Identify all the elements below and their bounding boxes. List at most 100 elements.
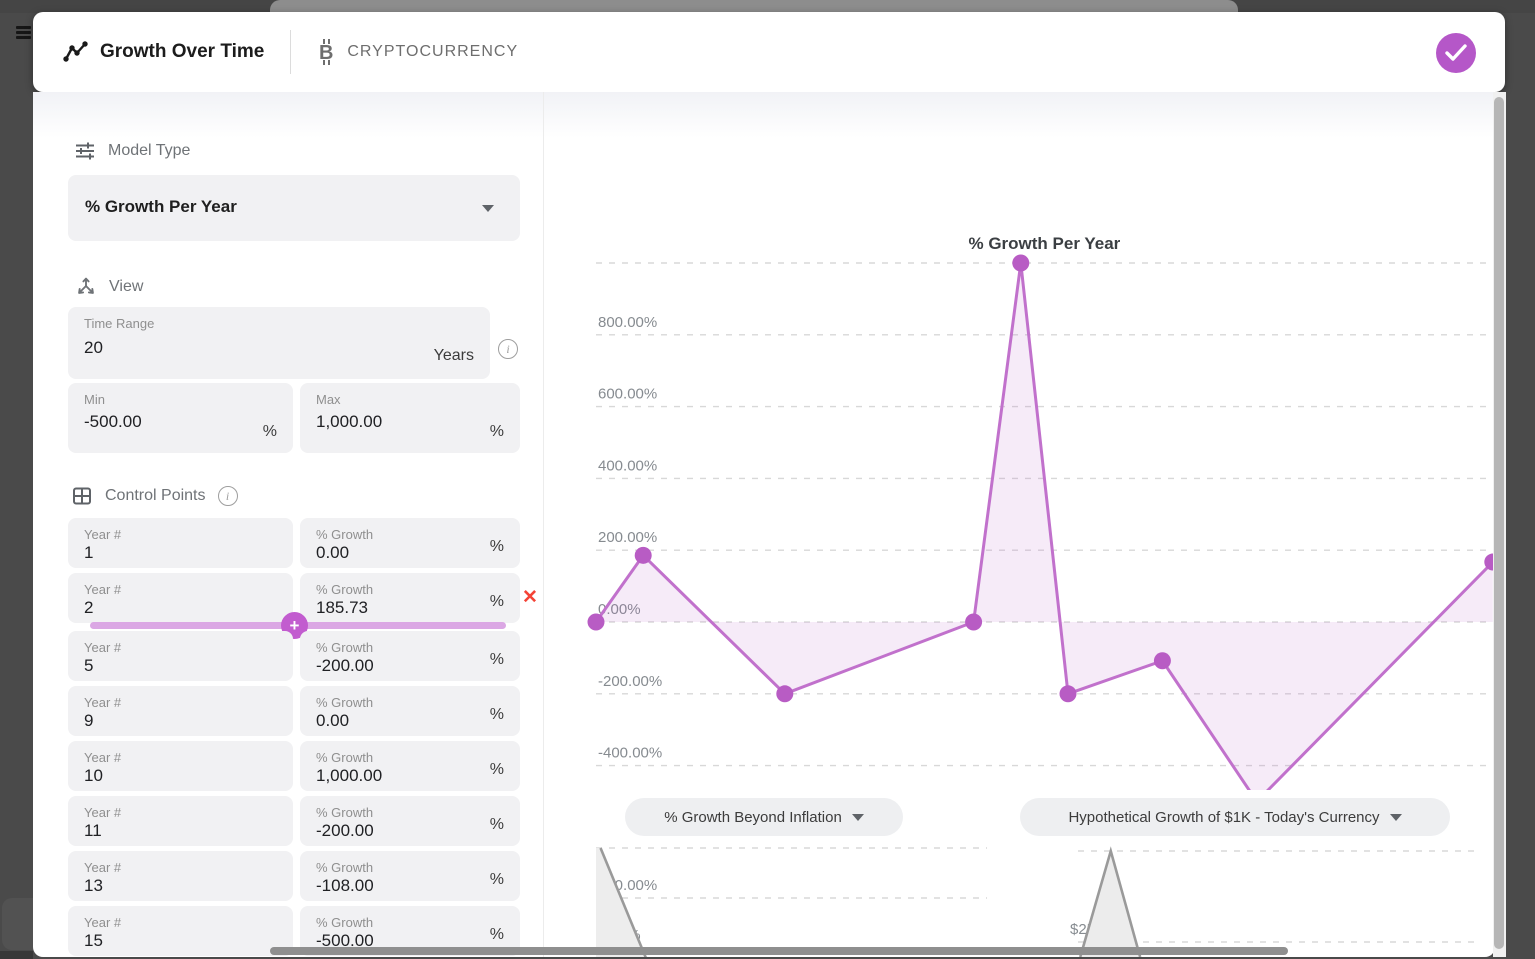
year-label: Year # [84, 527, 121, 542]
check-icon [1445, 44, 1467, 62]
growth-value: 0.00 [316, 543, 349, 563]
year-field[interactable]: Year # 13 [68, 851, 293, 901]
growth-field[interactable]: % Growth -108.00 % [300, 851, 520, 901]
year-field[interactable]: Year # 11 [68, 796, 293, 846]
year-field[interactable]: Year # 2 [68, 573, 293, 623]
menu-icon[interactable] [16, 26, 31, 39]
growth-value: -200.00 [316, 821, 374, 841]
model-type-section-header: Model Type [75, 141, 190, 161]
pill-right-label: Hypothetical Growth of $1K - Today's Cur… [1068, 809, 1379, 826]
year-field[interactable]: Year # 15 [68, 906, 293, 956]
svg-text:B: B [319, 42, 333, 64]
chevron-down-icon [482, 205, 494, 212]
chart-control-point[interactable] [635, 547, 652, 564]
year-value: 11 [84, 821, 102, 841]
svg-text:600.00%: 600.00% [598, 386, 657, 403]
header-divider [290, 30, 291, 74]
svg-text:-200.00%: -200.00% [598, 673, 662, 690]
year-field[interactable]: Year # 10 [68, 741, 293, 791]
growth-value: 0.00 [316, 711, 349, 731]
year-value: 10 [84, 766, 103, 786]
control-points-section-header: Control Points i [72, 486, 238, 506]
info-icon[interactable]: i [498, 339, 518, 359]
hypothetical-growth-chart: $2K [1020, 840, 1495, 957]
growth-label: % Growth [316, 582, 373, 597]
chart-control-point[interactable] [588, 614, 605, 631]
growth-label: % Growth [316, 527, 373, 542]
growth-field[interactable]: % Growth -200.00 % [300, 796, 520, 846]
year-label: Year # [84, 915, 121, 930]
growth-unit: % [490, 871, 504, 889]
model-type-label: Model Type [108, 142, 190, 160]
time-range-field[interactable]: Time Range 20 Years [68, 307, 490, 379]
growth-per-year-chart: 800.00%600.00%400.00%200.00%0.00%-200.00… [550, 130, 1495, 790]
max-value: 1,000.00 [316, 412, 382, 432]
year-value: 1 [84, 543, 93, 563]
backdrop-bottom-edge [0, 951, 33, 959]
time-range-value: 20 [84, 338, 103, 358]
pill-left-label: % Growth Beyond Inflation [664, 809, 842, 826]
year-label: Year # [84, 640, 121, 655]
year-value: 2 [84, 598, 93, 618]
model-type-select[interactable]: % Growth Per Year [68, 175, 520, 241]
max-unit: % [490, 423, 504, 441]
growth-field[interactable]: % Growth 185.73 % [300, 573, 520, 623]
growth-chart-icon [62, 40, 88, 64]
chart-control-point[interactable] [1012, 255, 1029, 272]
table-icon [72, 486, 93, 506]
growth-value: -108.00 [316, 876, 374, 896]
dialog-title: Growth Over Time [100, 41, 264, 63]
growth-label: % Growth [316, 805, 373, 820]
view-section-header: View [75, 276, 143, 297]
growth-label: % Growth [316, 750, 373, 765]
growth-label: % Growth [316, 860, 373, 875]
panel-divider [543, 92, 544, 957]
view-label: View [109, 278, 143, 296]
year-label: Year # [84, 860, 121, 875]
confirm-button[interactable] [1436, 33, 1476, 73]
horizontal-scrollbar-thumb[interactable] [270, 947, 1288, 955]
info-icon[interactable]: i [218, 486, 238, 506]
chevron-down-icon [852, 814, 864, 821]
growth-unit: % [490, 816, 504, 834]
growth-value: 1,000.00 [316, 766, 382, 786]
control-points-label: Control Points [105, 487, 206, 505]
svg-text:% Growth Per Year: % Growth Per Year [968, 234, 1120, 253]
svg-text:-400.00%: -400.00% [598, 745, 662, 762]
year-label: Year # [84, 750, 121, 765]
min-field[interactable]: Min -500.00 % [68, 383, 293, 453]
vertical-scrollbar-thumb[interactable] [1494, 97, 1504, 949]
year-field[interactable]: Year # 9 [68, 686, 293, 736]
chart-control-point[interactable] [1154, 652, 1171, 669]
chart-control-point[interactable] [1060, 685, 1077, 702]
growth-field[interactable]: % Growth 0.00 % [300, 686, 520, 736]
year-value: 13 [84, 876, 103, 896]
min-label: Min [84, 392, 105, 407]
chart-control-point[interactable] [776, 685, 793, 702]
growth-field[interactable]: % Growth 0.00 % [300, 518, 520, 568]
growth-label: % Growth [316, 915, 373, 930]
year-value: 15 [84, 931, 103, 951]
growth-unit: % [490, 651, 504, 669]
year-field[interactable]: Year # 1 [68, 518, 293, 568]
max-field[interactable]: Max 1,000.00 % [300, 383, 520, 453]
bitcoin-icon: B [315, 37, 337, 67]
growth-field[interactable]: % Growth 1,000.00 % [300, 741, 520, 791]
growth-unit: % [490, 538, 504, 556]
svg-text:200.00%: 200.00% [598, 529, 657, 546]
max-label: Max [316, 392, 341, 407]
chart-control-point[interactable] [965, 614, 982, 631]
time-range-unit: Years [434, 347, 474, 365]
year-field[interactable]: Year # 5 [68, 631, 293, 681]
growth-label: % Growth [316, 695, 373, 710]
growth-value: -200.00 [316, 656, 374, 676]
tune-icon [75, 141, 96, 161]
growth-beyond-inflation-chart: 100.00%0.00% [550, 840, 1000, 957]
model-type-value: % Growth Per Year [85, 197, 237, 217]
hypothetical-growth-dropdown[interactable]: Hypothetical Growth of $1K - Today's Cur… [1020, 798, 1450, 836]
growth-label: % Growth [316, 640, 373, 655]
growth-beyond-inflation-dropdown[interactable]: % Growth Beyond Inflation [625, 798, 903, 836]
delete-control-point-button[interactable]: ✕ [519, 587, 541, 609]
growth-field[interactable]: % Growth -200.00 % [300, 631, 520, 681]
chevron-down-icon [1390, 814, 1402, 821]
